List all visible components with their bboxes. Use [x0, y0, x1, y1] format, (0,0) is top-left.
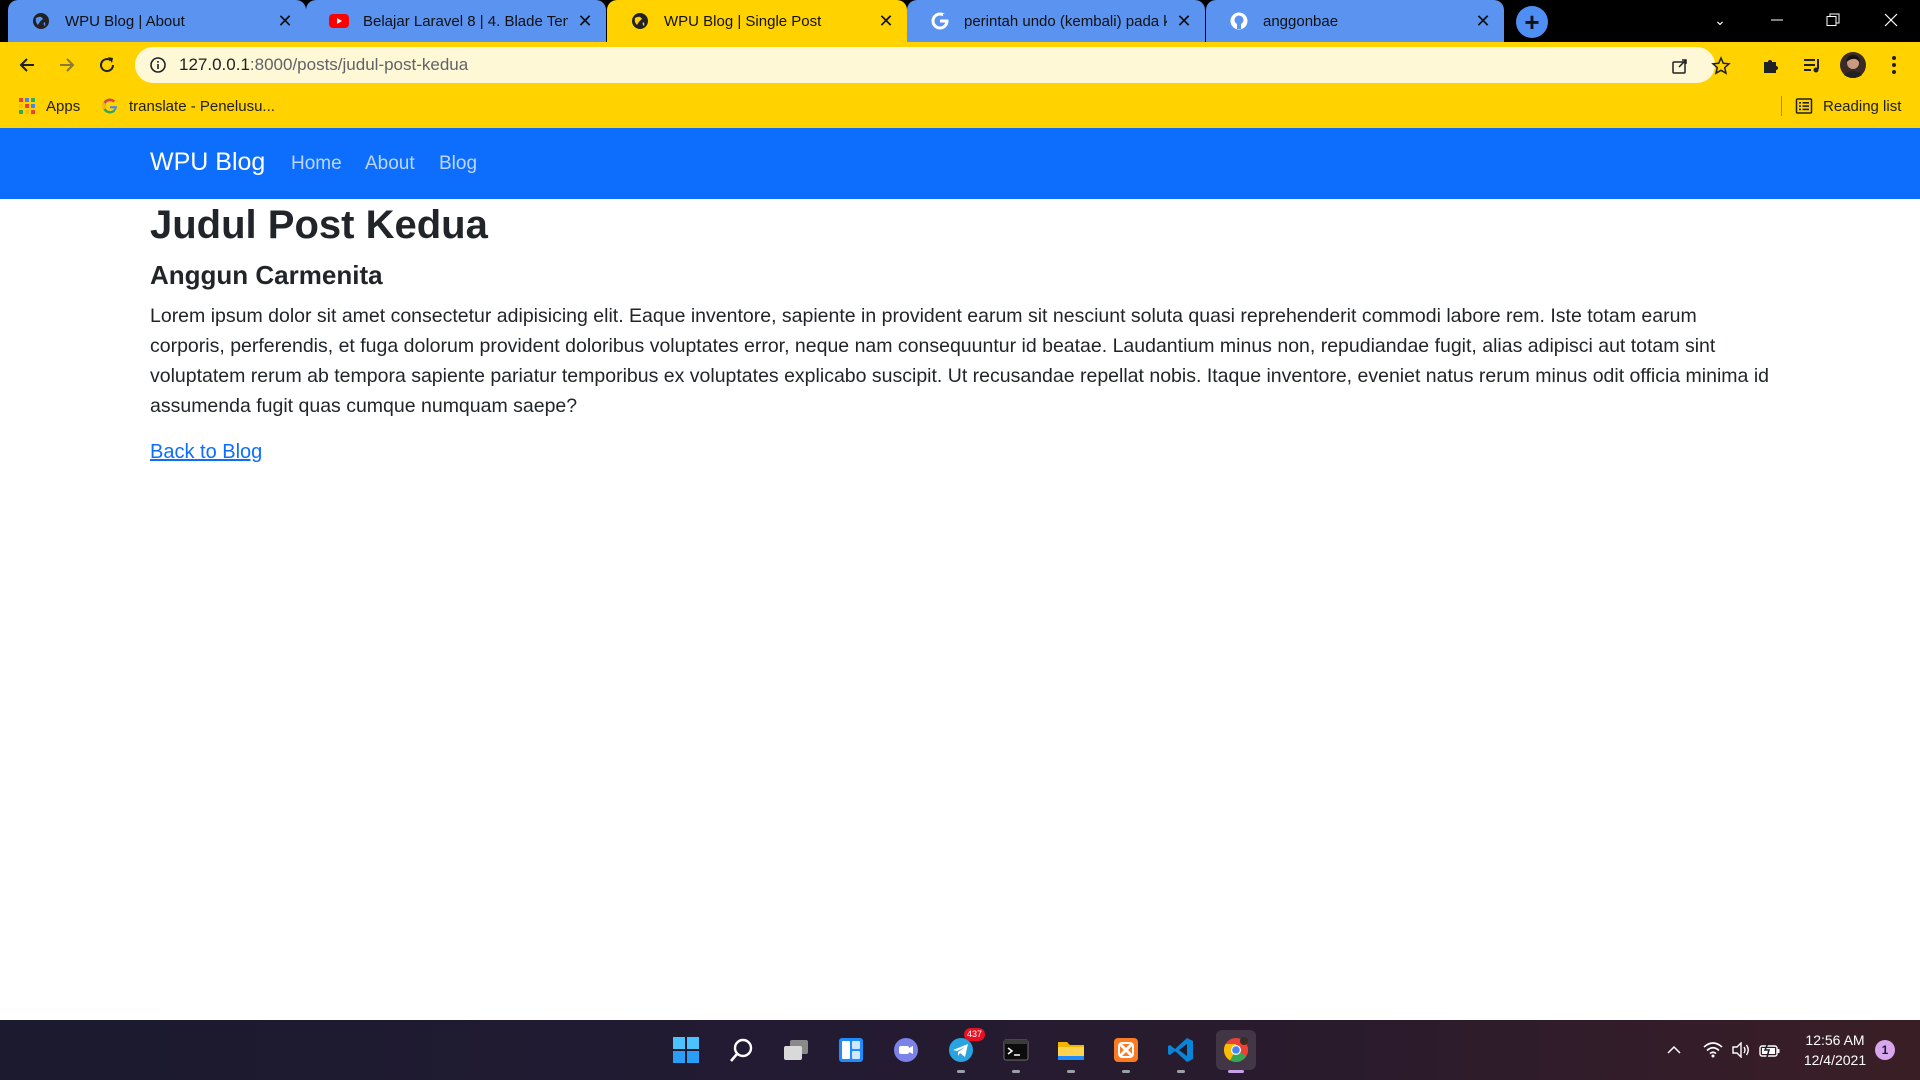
- media-controls-icon[interactable]: [1796, 49, 1828, 81]
- tab-search-chevron-down-icon[interactable]: ⌄: [1695, 0, 1745, 40]
- share-icon[interactable]: [1669, 55, 1691, 77]
- tab-anggonbae[interactable]: anggonbae ✕: [1206, 0, 1504, 42]
- profile-avatar[interactable]: [1837, 49, 1869, 81]
- running-indicator: [1228, 1070, 1244, 1073]
- url-text: 127.0.0.1:8000/posts/judul-post-kedua: [179, 55, 469, 74]
- xampp-icon[interactable]: [1106, 1030, 1146, 1073]
- tab-title: perintah undo (kembali) pada keyboard: [964, 12, 1167, 30]
- running-indicator: [1177, 1070, 1185, 1073]
- post-content: Judul Post Kedua Anggun Carmenita Lorem …: [150, 199, 1770, 464]
- tab-title: WPU Blog | About: [65, 12, 185, 30]
- reload-button[interactable]: [91, 49, 123, 81]
- wifi-icon[interactable]: [1703, 1020, 1723, 1080]
- restore-button[interactable]: [1808, 0, 1858, 40]
- close-window-button[interactable]: [1866, 0, 1916, 40]
- search-icon[interactable]: [721, 1030, 761, 1070]
- bookmark-translate[interactable]: translate - Penelusu...: [101, 88, 275, 124]
- bookmark-apps[interactable]: Apps: [18, 88, 80, 124]
- navbar-brand[interactable]: WPU Blog: [150, 148, 265, 177]
- back-to-blog-link[interactable]: Back to Blog: [150, 441, 262, 464]
- bookmark-divider: [1781, 96, 1782, 116]
- post-author: Anggun Carmenita: [150, 260, 383, 290]
- forward-button[interactable]: [51, 49, 83, 81]
- new-tab-button[interactable]: +: [1516, 6, 1548, 38]
- terminal-icon[interactable]: [996, 1030, 1036, 1073]
- bookmarks-bar: Apps translate - Penelusu... Reading lis…: [0, 88, 1920, 128]
- globe-icon: [31, 11, 51, 31]
- google-icon: [101, 97, 119, 115]
- system-clock[interactable]: 12:56 AM 12/4/2021: [1795, 1030, 1875, 1070]
- telegram-icon[interactable]: 437: [941, 1028, 985, 1073]
- minimize-button[interactable]: [1752, 0, 1802, 40]
- menu-kebab-icon[interactable]: [1878, 49, 1910, 81]
- site-navbar: WPU Blog Home About Blog: [0, 128, 1920, 199]
- star-icon[interactable]: [1710, 55, 1732, 77]
- back-button[interactable]: [11, 49, 43, 81]
- google-icon: [930, 11, 950, 31]
- browser-toolbar: 127.0.0.1:8000/posts/judul-post-kedua: [0, 42, 1920, 88]
- youtube-icon: [329, 11, 349, 31]
- tab-wpu-blog-single-post[interactable]: WPU Blog | Single Post ✕: [607, 0, 907, 42]
- running-indicator: [957, 1070, 965, 1073]
- running-indicator: [1067, 1070, 1075, 1073]
- browser-tab-strip: WPU Blog | About ✕ Belajar Laravel 8 | 4…: [0, 0, 1920, 42]
- tab-title: anggonbae: [1263, 12, 1339, 30]
- info-icon[interactable]: [149, 56, 167, 74]
- nav-link-home[interactable]: Home: [291, 153, 342, 175]
- post-body: Lorem ipsum dolor sit amet consectetur a…: [150, 305, 1769, 417]
- file-explorer-icon[interactable]: [1051, 1030, 1091, 1073]
- running-indicator: [1122, 1070, 1130, 1073]
- teams-chat-icon[interactable]: [886, 1030, 926, 1070]
- nav-link-about[interactable]: About: [365, 153, 415, 175]
- vscode-icon[interactable]: [1161, 1030, 1201, 1073]
- github-icon: [1229, 11, 1249, 31]
- close-icon[interactable]: ✕: [1472, 10, 1494, 32]
- post-title: Judul Post Kedua: [150, 203, 488, 247]
- start-windows-icon[interactable]: [666, 1030, 706, 1070]
- tab-title: Belajar Laravel 8 | 4. Blade Templating: [363, 12, 568, 30]
- tab-title: WPU Blog | Single Post: [664, 12, 822, 30]
- bookmark-label: Apps: [46, 97, 81, 115]
- reading-list-button[interactable]: Reading list: [1795, 88, 1901, 124]
- clock-time: 12:56 AM: [1805, 1032, 1865, 1048]
- globe-icon: [630, 11, 650, 31]
- tab-belajar-laravel[interactable]: Belajar Laravel 8 | 4. Blade Templating …: [306, 0, 606, 42]
- close-icon[interactable]: ✕: [1173, 10, 1195, 32]
- address-bar[interactable]: 127.0.0.1:8000/posts/judul-post-kedua: [135, 47, 1731, 83]
- telegram-unread-badge: 437: [963, 1028, 985, 1041]
- clock-date: 12/4/2021: [1803, 1052, 1867, 1068]
- volume-icon[interactable]: [1731, 1020, 1751, 1080]
- close-icon[interactable]: ✕: [574, 10, 596, 32]
- close-icon[interactable]: ✕: [274, 10, 296, 32]
- chrome-icon[interactable]: [1216, 1030, 1256, 1073]
- bookmark-label: translate - Penelusu...: [129, 97, 275, 115]
- task-view-icon[interactable]: [776, 1030, 816, 1070]
- windows-taskbar: 437 12:56 AM 12/4/2021: [0, 1020, 1920, 1080]
- reading-list-label: Reading list: [1823, 97, 1902, 115]
- battery-icon[interactable]: [1759, 1020, 1781, 1080]
- tab-perintah-undo[interactable]: perintah undo (kembali) pada keyboard ✕: [907, 0, 1205, 42]
- running-indicator: [1012, 1070, 1020, 1073]
- tab-wpu-blog-about[interactable]: WPU Blog | About ✕: [8, 0, 306, 42]
- extensions-puzzle-icon[interactable]: [1755, 49, 1787, 81]
- show-hidden-icons-chevron-up-icon[interactable]: [1666, 1020, 1682, 1080]
- reading-list-icon: [1795, 97, 1813, 115]
- nav-link-blog[interactable]: Blog: [439, 153, 477, 175]
- close-icon[interactable]: ✕: [875, 10, 897, 32]
- notification-badge[interactable]: 1: [1875, 1040, 1895, 1060]
- widgets-icon[interactable]: [831, 1030, 871, 1070]
- apps-grid-icon: [18, 97, 36, 115]
